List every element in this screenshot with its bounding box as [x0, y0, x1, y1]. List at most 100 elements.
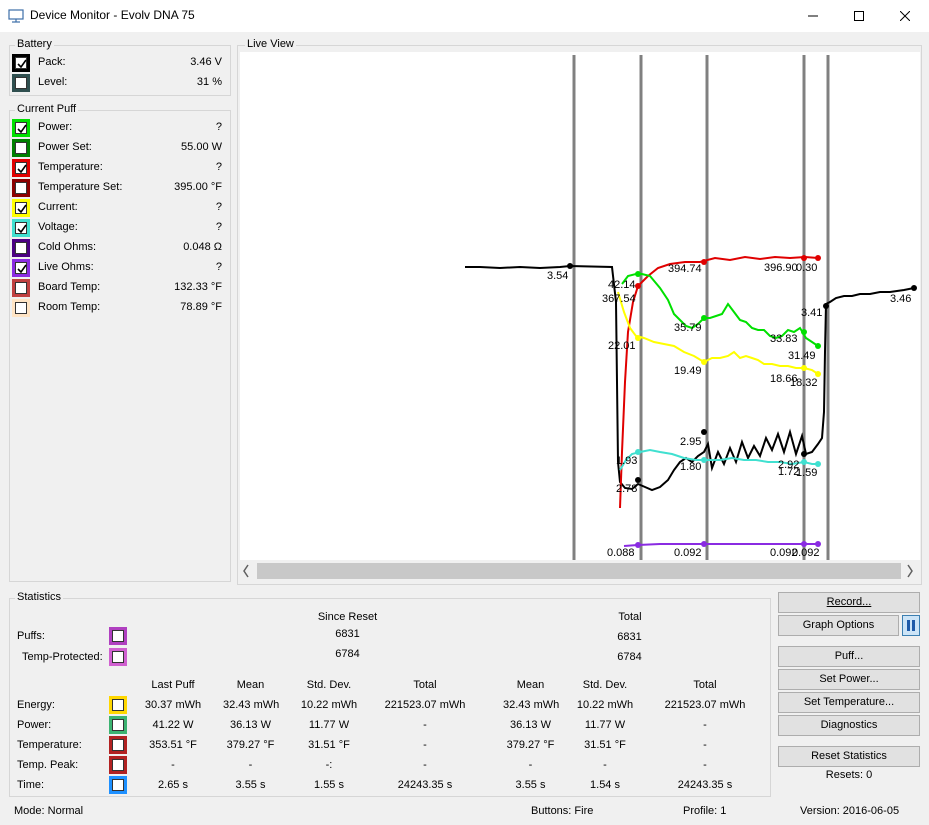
- current-puff-row: Voltage:?: [12, 219, 226, 237]
- current-puff-visibility-checkbox[interactable]: [12, 299, 30, 317]
- battery-row: Level: 31 %: [12, 74, 226, 92]
- stat-cell: 32.43 mWh: [223, 699, 280, 711]
- chart-value-label: 1.80: [680, 461, 701, 473]
- stat-row-label: Energy:: [17, 699, 55, 711]
- stat-cell: -: [423, 719, 427, 731]
- puffs-total: 6831: [617, 631, 642, 643]
- current-puff-label: Board Temp:: [38, 281, 101, 293]
- current-puff-value: ?: [215, 121, 222, 133]
- chart-scrollbar-thumb: [257, 563, 901, 579]
- puffs-label: Puffs:: [17, 630, 45, 642]
- stat-cell: 24243.35 s: [397, 779, 453, 791]
- check-icon: [17, 224, 27, 234]
- stat-cell: -: [423, 759, 427, 771]
- live-view-graph: 3.54 3.46 3.41 42.14 367.54 394.74 396.900.30 2…: [240, 55, 920, 582]
- temp-protected-since-reset: 6784: [335, 648, 360, 660]
- stat-cell: -: [703, 719, 707, 731]
- temp-protected-swatch[interactable]: [109, 648, 127, 666]
- current-puff-visibility-checkbox[interactable]: [12, 259, 30, 277]
- stat-row-label: Power:: [17, 719, 52, 731]
- current-puff-value: ?: [215, 161, 222, 173]
- chart-value-label: 33.83: [770, 333, 798, 345]
- minimize-button[interactable]: [790, 0, 836, 32]
- check-icon: [17, 124, 27, 134]
- maximize-button[interactable]: [836, 0, 882, 32]
- current-puff-visibility-checkbox[interactable]: [12, 199, 30, 217]
- stat-cell: -: [703, 739, 707, 751]
- current-puff-label: Power:: [38, 121, 73, 133]
- battery-visibility-checkbox[interactable]: [12, 74, 30, 92]
- close-button[interactable]: [882, 0, 928, 32]
- status-version: Version: 2016-06-05: [800, 805, 900, 817]
- current-puff-visibility-checkbox[interactable]: [12, 179, 30, 197]
- stat-cell: 3.55 s: [515, 779, 546, 791]
- current-puff-value: 78.89 °F: [180, 301, 222, 313]
- current-puff-visibility-checkbox[interactable]: [12, 239, 30, 257]
- stat-column-header: Std. Dev.: [306, 679, 352, 691]
- current-puff-visibility-checkbox[interactable]: [12, 159, 30, 177]
- current-puff-value: 132.33 °F: [174, 281, 222, 293]
- diagnostics-button[interactable]: Diagnostics: [778, 715, 920, 736]
- chart-value-label: 0.092: [674, 547, 702, 559]
- chart-value-label: 35.79: [674, 322, 702, 334]
- current-puff-visibility-checkbox[interactable]: [12, 219, 30, 237]
- battery-label: Pack:: [38, 56, 66, 68]
- stat-row-checkbox[interactable]: [109, 736, 127, 754]
- stat-cell: 221523.07 mWh: [664, 699, 746, 711]
- current-puff-visibility-checkbox[interactable]: [12, 279, 30, 297]
- stat-cell: 31.51 °F: [584, 739, 626, 751]
- current-puff-value: 395.00 °F: [174, 181, 222, 193]
- pause-button[interactable]: [902, 615, 920, 636]
- puffs-swatch[interactable]: [109, 627, 127, 645]
- stat-column-header: Total: [413, 679, 437, 691]
- chart-value-label: 396.90: [764, 262, 798, 274]
- stat-cell: 3.55 s: [235, 779, 266, 791]
- battery-visibility-checkbox[interactable]: [12, 54, 30, 72]
- current-puff-label: Temperature Set:: [38, 181, 123, 193]
- current-puff-row: Temperature:?: [12, 159, 226, 177]
- check-icon: [17, 59, 27, 69]
- chart-value-label: 3.46: [890, 293, 911, 305]
- set-power-button[interactable]: Set Power...: [778, 669, 920, 690]
- stat-column-header: Total: [693, 679, 717, 691]
- record-button[interactable]: Record...: [778, 592, 920, 613]
- graph-options-button[interactable]: Graph Options: [778, 615, 899, 636]
- stat-row-label: Time:: [17, 779, 45, 791]
- temp-protected-label: Temp-Protected:: [22, 651, 103, 663]
- chart-value-label: 31.49: [788, 350, 816, 362]
- current-puff-value: ?: [215, 221, 222, 233]
- current-puff-visibility-checkbox[interactable]: [12, 139, 30, 157]
- current-puff-value: ?: [215, 201, 222, 213]
- window-title: Device Monitor - Evolv DNA 75: [30, 8, 195, 22]
- status-buttons: Buttons: Fire: [531, 805, 594, 817]
- chart-value-label: 0.30: [796, 262, 817, 274]
- stat-cell: 24243.35 s: [677, 779, 733, 791]
- pack-voltage-trace: [465, 264, 915, 492]
- puff-button[interactable]: Puff...: [778, 646, 920, 667]
- current-puff-visibility-checkbox[interactable]: [12, 119, 30, 137]
- chart-value-label: 2.78: [616, 483, 637, 495]
- stat-column-header: Mean: [236, 679, 265, 691]
- stat-column-header: Last Puff: [151, 679, 195, 691]
- current-puff-row: Power Set: 55.00 W: [12, 139, 226, 157]
- chart-value-label: 1.93: [616, 455, 637, 467]
- set-temperature-button[interactable]: Set Temperature...: [778, 692, 920, 713]
- current-puff-label: Room Temp:: [38, 301, 101, 313]
- reset-statistics-button[interactable]: Reset Statistics: [778, 746, 920, 767]
- stat-row-checkbox[interactable]: [109, 776, 127, 794]
- current-puff-label: Cold Ohms:: [38, 241, 97, 253]
- chart-value-label: 3.41: [801, 307, 822, 319]
- stat-row-checkbox[interactable]: [109, 756, 127, 774]
- stat-cell: -: [248, 759, 253, 771]
- current-puff-label: Power Set:: [38, 141, 92, 153]
- battery-label: Level:: [38, 76, 68, 88]
- stat-row-checkbox[interactable]: [109, 716, 127, 734]
- stat-cell: 11.77 W: [584, 719, 626, 731]
- current-puff-value: ?: [215, 261, 222, 273]
- current-puff-row: Room Temp: 78.89 °F: [12, 299, 226, 317]
- chart-value-label: 0.092: [792, 547, 820, 559]
- stat-cell: -: [703, 759, 707, 771]
- stat-column-header: Std. Dev.: [582, 679, 628, 691]
- stat-row-checkbox[interactable]: [109, 696, 127, 714]
- stat-cell: -: [528, 759, 533, 771]
